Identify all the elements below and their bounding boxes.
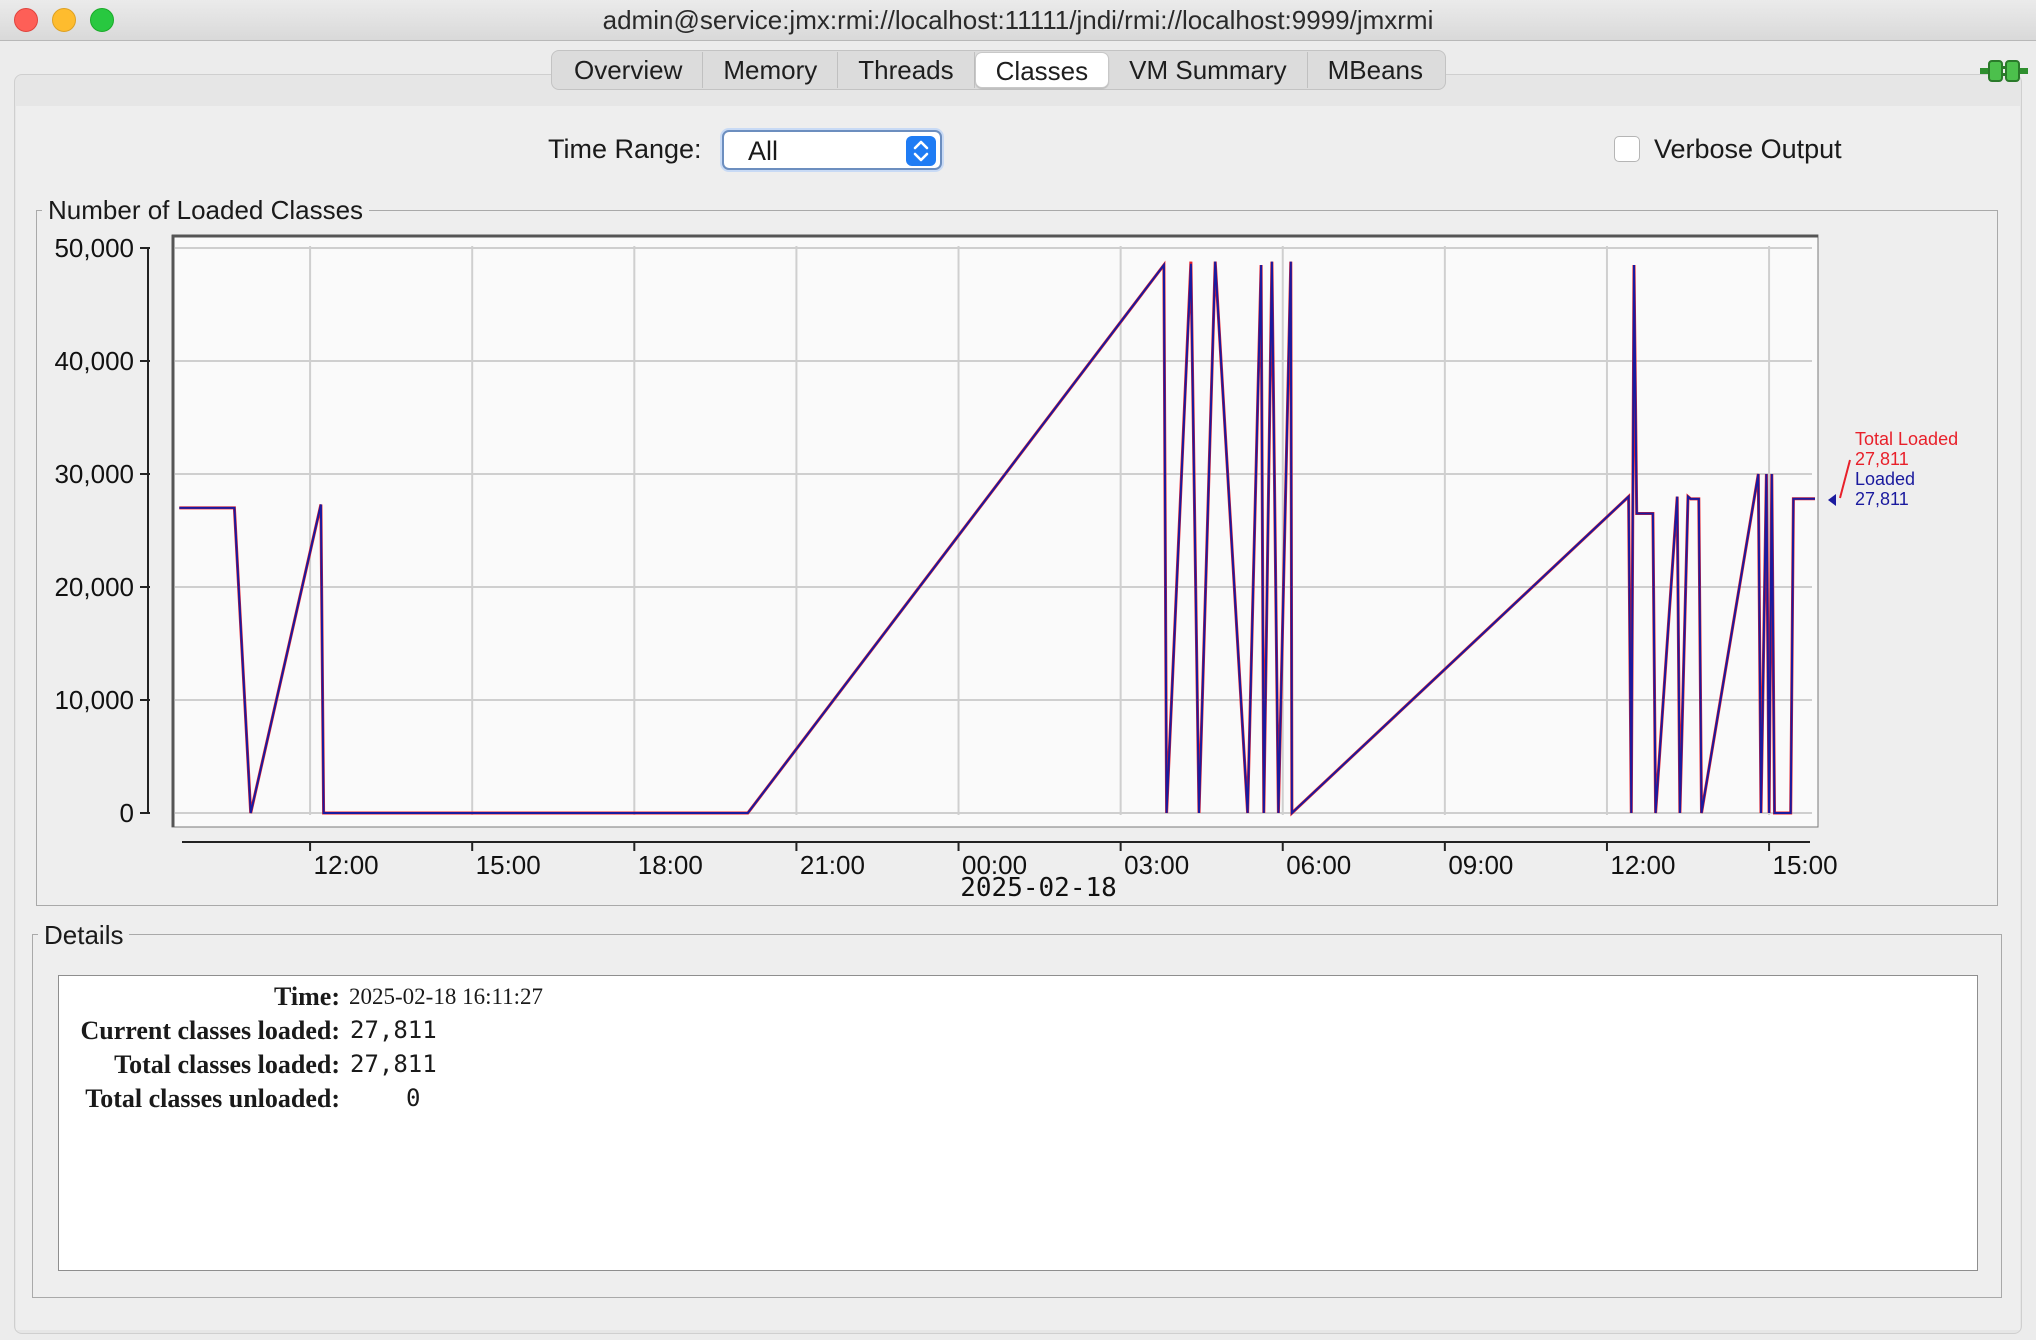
- detail-total-unloaded-label: Total classes unloaded:: [85, 1084, 340, 1113]
- x-tick-label: 06:00: [1286, 850, 1351, 880]
- legend-loaded-marker-icon: [1828, 494, 1836, 506]
- details-content: [58, 975, 1978, 1271]
- x-tick-label: 18:00: [638, 850, 703, 880]
- y-tick-label: 40,000: [54, 346, 134, 376]
- x-tick-label: 03:00: [1124, 850, 1189, 880]
- jconsole-window: admin@service:jmx:rmi://localhost:11111/…: [0, 0, 2036, 1340]
- x-tick-label: 09:00: [1448, 850, 1513, 880]
- x-tick-label: 21:00: [800, 850, 865, 880]
- chart-legend: Total Loaded 27,811 Loaded 27,811: [1828, 429, 1958, 509]
- detail-current-loaded-value: 27,811: [350, 1016, 437, 1044]
- x-tick-label: 15:00: [1773, 850, 1838, 880]
- details-panel-title: Details: [38, 920, 130, 951]
- loaded-classes-chart: 50,000 40,000 30,000 20,000 10,000 0 12:00 15:0…: [54, 233, 1958, 903]
- detail-current-loaded-label: Current classes loaded:: [80, 1016, 340, 1045]
- x-tick-label: 12:00: [1610, 850, 1675, 880]
- detail-time-value: 2025-02-18 16:11:27: [349, 984, 543, 1009]
- y-tick-label: 10,000: [54, 685, 134, 715]
- legend-loaded-value: 27,811: [1855, 489, 1909, 509]
- detail-total-unloaded-value: 0: [406, 1084, 421, 1112]
- y-tick-label: 50,000: [54, 233, 134, 263]
- legend-loaded-name: Loaded: [1855, 469, 1915, 489]
- legend-total-loaded-name: Total Loaded: [1855, 429, 1958, 449]
- y-tick-label: 20,000: [54, 572, 134, 602]
- detail-total-loaded-label: Total classes loaded:: [114, 1050, 340, 1079]
- x-tick-label: 12:00: [314, 850, 379, 880]
- x-date-label: 2025-02-18: [960, 873, 1117, 903]
- legend-total-loaded-pointer: [1839, 459, 1851, 499]
- x-tick-label: 15:00: [476, 850, 541, 880]
- y-tick-label: 30,000: [54, 459, 134, 489]
- plot-area: [171, 234, 1819, 828]
- detail-time-label: Time:: [274, 982, 340, 1011]
- y-tick-label: 0: [120, 798, 134, 828]
- chart-grid: [171, 234, 1819, 828]
- detail-total-loaded-value: 27,811: [350, 1050, 437, 1078]
- legend-total-loaded-value: 27,811: [1855, 449, 1909, 469]
